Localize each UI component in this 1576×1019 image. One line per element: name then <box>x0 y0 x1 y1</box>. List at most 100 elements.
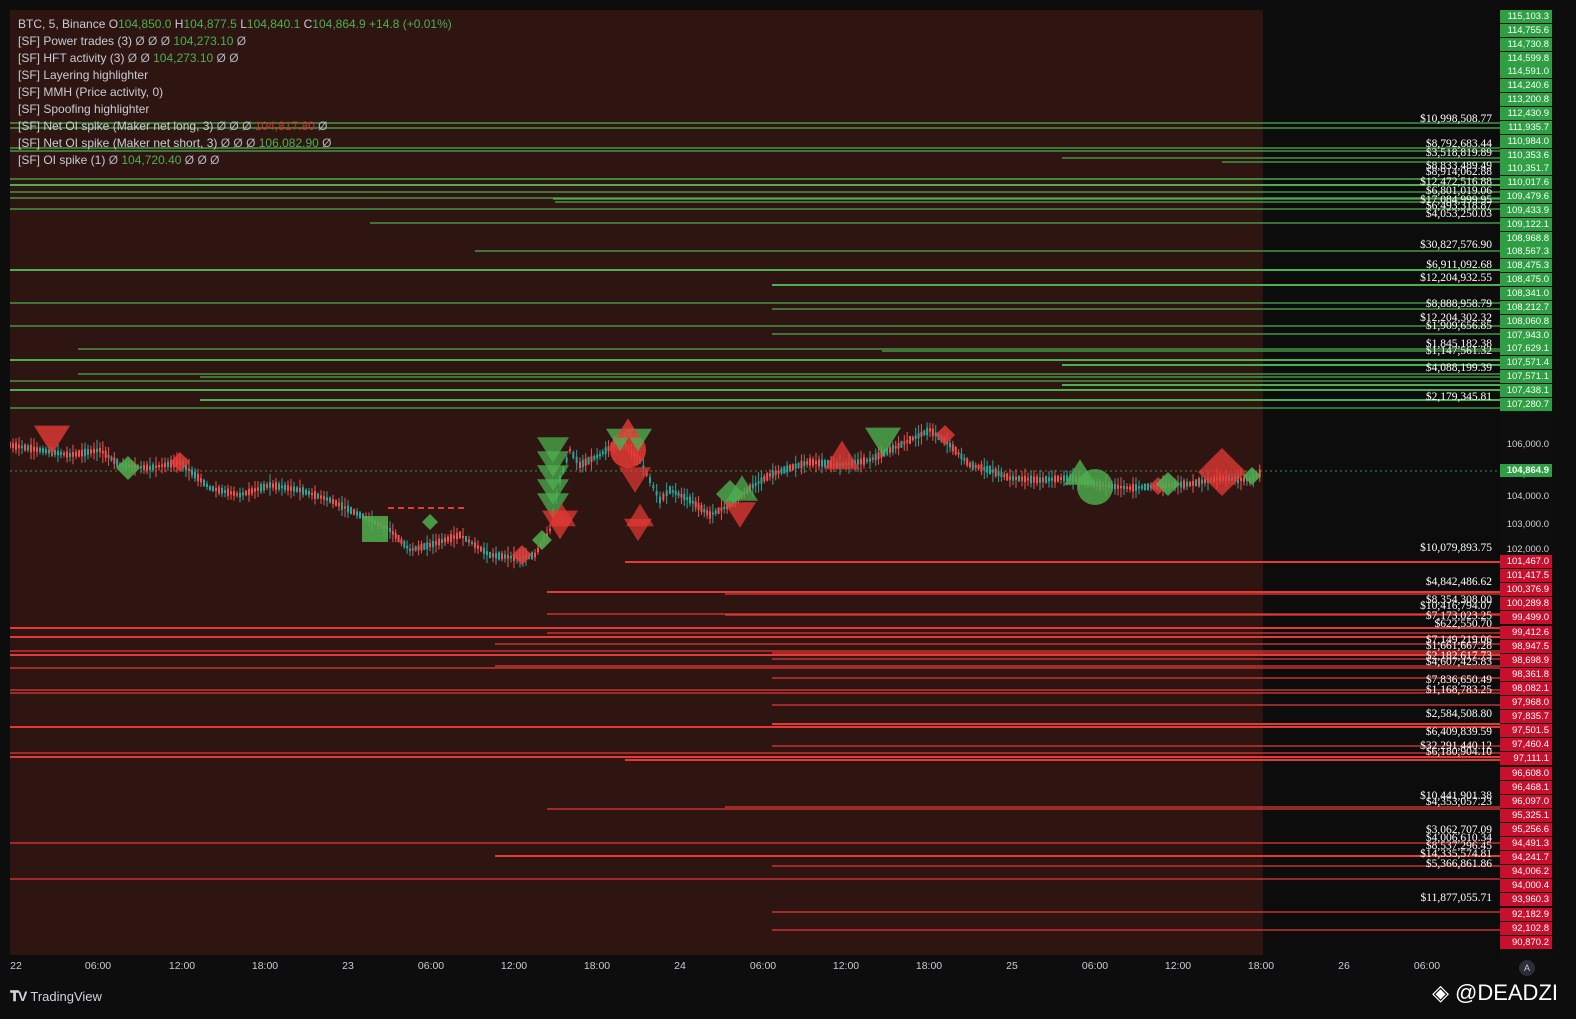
time-tick-label: 25 <box>1006 960 1018 972</box>
candle-body <box>877 452 880 460</box>
legend-indicator-row[interactable]: [SF] Net OI spike (Maker net long, 3) Ø … <box>18 118 452 135</box>
candle-body <box>483 547 485 555</box>
tradingview-logo[interactable]: 𝐓V TradingView <box>10 988 102 1005</box>
candle-body <box>869 458 871 462</box>
candle-body <box>332 499 334 504</box>
candle-body <box>1060 477 1062 480</box>
candle-body <box>501 553 503 560</box>
support-price-tag: 95,325.1 <box>1500 808 1552 822</box>
candle-body <box>1009 476 1011 480</box>
candle-body <box>997 470 1000 477</box>
support-price-tag: 100,376.9 <box>1500 583 1552 597</box>
time-tick-label: 12:00 <box>500 960 528 972</box>
candle-body <box>152 464 154 471</box>
candle-body <box>507 554 509 559</box>
legend-indicator-row[interactable]: [SF] Layering highlighter <box>18 67 452 84</box>
candle-body <box>356 511 358 516</box>
time-axis[interactable]: 22 06:00 12:00 18:00 23 06:00 12:00 18:00 24 06:0… <box>0 955 1552 977</box>
resistance-price-tag: 114,591.0 <box>1500 65 1552 79</box>
candle-body <box>275 482 277 490</box>
candle-body <box>215 487 217 491</box>
resistance-price-tag: 108,968.8 <box>1500 231 1552 245</box>
auto-scale-button[interactable]: A <box>1519 960 1535 976</box>
candle-body <box>786 465 789 473</box>
legend-indicator-row[interactable]: [SF] Power trades (3) Ø Ø Ø 104,273.10 Ø <box>18 33 452 50</box>
candle-body <box>911 436 914 441</box>
time-tick-label: 06:00 <box>1413 960 1441 972</box>
candle-body <box>694 501 697 508</box>
candle-body <box>1006 473 1009 481</box>
candle-body <box>920 431 923 437</box>
support-price-tag: 96,608.0 <box>1500 766 1552 780</box>
candle-body <box>966 458 969 466</box>
time-tick-label: 18:00 <box>251 960 279 972</box>
candle-body <box>84 448 86 457</box>
candle-body <box>1141 485 1143 489</box>
candle-body <box>260 484 262 492</box>
candle-body <box>569 448 571 452</box>
candle-body <box>66 451 68 458</box>
candle-body <box>763 476 766 482</box>
candle-body <box>90 449 92 454</box>
candle-body <box>93 448 95 454</box>
candle-body <box>903 441 906 445</box>
candle-body <box>341 502 343 510</box>
volume-label: $6,180,904.10 <box>1425 746 1492 758</box>
candle-body <box>296 487 298 492</box>
indicator-label: [SF] MMH (Price activity, 0) <box>18 85 164 99</box>
last-price-tag: 104,864.9 <box>1500 464 1552 477</box>
candle-body <box>287 485 289 491</box>
candle-body <box>680 493 683 498</box>
candle-body <box>221 488 223 494</box>
candle-body <box>757 481 760 484</box>
candle-body <box>406 545 409 549</box>
candle-body <box>674 490 677 495</box>
candle-body <box>809 458 811 466</box>
candle-body <box>394 532 397 539</box>
candle-body <box>677 492 680 497</box>
resistance-price-tag: 109,433.9 <box>1500 203 1552 217</box>
indicator-value: Ø <box>242 136 256 150</box>
candle-body <box>1180 481 1182 488</box>
candle-body <box>652 485 655 489</box>
legend-indicator-row[interactable]: [SF] Spoofing highlighter <box>18 101 452 118</box>
candle-body <box>302 487 304 495</box>
price-axis[interactable]: 115,103.3 114,755.6 114,730.8 114,599.8 114,… <box>1500 10 1552 955</box>
candle-body <box>200 478 202 483</box>
candle-body <box>75 451 77 457</box>
legend-indicator-row[interactable]: [SF] Net OI spike (Maker net short, 3) Ø… <box>18 135 452 152</box>
candle-body <box>714 510 717 514</box>
candle-body <box>397 534 400 543</box>
resistance-price-tag: 109,122.1 <box>1500 217 1552 231</box>
legend-indicator-row[interactable]: [SF] OI spike (1) Ø 104,720.40 Ø Ø Ø <box>18 152 452 169</box>
legend-indicator-row[interactable]: [SF] HFT activity (3) Ø Ø 104,273.10 Ø Ø <box>18 50 452 67</box>
candle-body <box>1024 475 1026 483</box>
candle-body <box>335 500 337 506</box>
candle-body <box>281 485 283 489</box>
indicator-value: Ø <box>157 34 171 48</box>
indicator-value: 104,273.10 <box>149 51 214 65</box>
candle-body <box>320 495 322 499</box>
candle-body <box>1039 477 1041 483</box>
candle-body <box>110 456 113 461</box>
candle-body <box>669 486 671 494</box>
close-value: 104,864.9 <box>312 17 366 31</box>
indicator-value: Ø <box>137 51 150 65</box>
candle-body <box>671 490 674 493</box>
legend-main-series[interactable]: BTC, 5, Binance O104,850.0 H104,877.5 L1… <box>18 16 452 33</box>
candle-body <box>344 506 346 509</box>
time-tick-label: 24 <box>674 960 686 972</box>
price-tick-label: 106,000.0 <box>1506 439 1549 450</box>
candle-body <box>272 483 274 488</box>
legend-indicator-row[interactable]: [SF] MMH (Price activity, 0) <box>18 84 452 101</box>
indicator-value: Ø <box>144 34 158 48</box>
candle-body <box>909 436 911 444</box>
support-price-tag: 94,241.7 <box>1500 851 1552 865</box>
candle-body <box>12 443 14 448</box>
candle-body <box>659 496 661 504</box>
candle-body <box>572 452 575 458</box>
candle-body <box>269 482 271 488</box>
candle-body <box>863 457 865 465</box>
support-price-tag: 92,182.9 <box>1500 907 1552 921</box>
candle-body <box>338 502 340 507</box>
